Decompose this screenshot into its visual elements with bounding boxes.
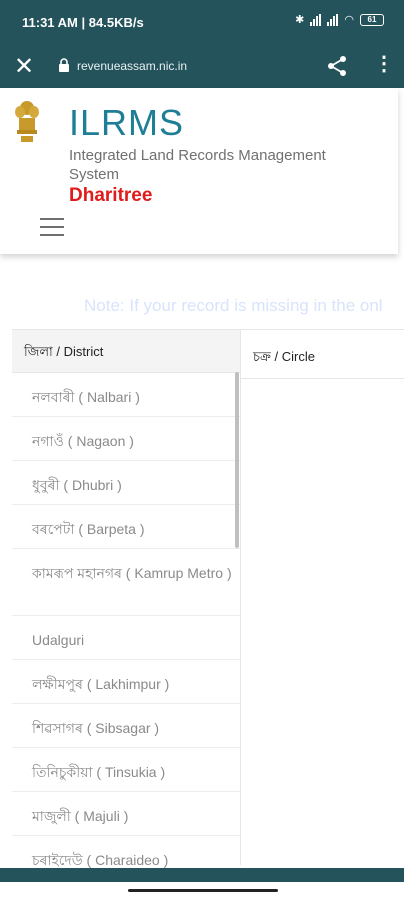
browser-toolbar: ✕ revenueassam.nic.in ⋮ <box>0 44 404 88</box>
circle-panel: চক্ৰ / Circle <box>240 329 404 865</box>
district-item[interactable]: লক্ষীমপুৰ ( Lakhimpur ) <box>12 660 240 704</box>
district-item[interactable]: নগাওঁ ( Nagaon ) <box>12 417 240 461</box>
district-item[interactable]: কামৰূপ মহানগৰ ( Kamrup Metro ) <box>12 549 240 616</box>
url-text[interactable]: revenueassam.nic.in <box>77 59 187 73</box>
district-item[interactable]: ধুবুৰী ( Dhubri ) <box>12 461 240 505</box>
district-item[interactable]: মাজুলী ( Majuli ) <box>12 792 240 836</box>
lock-icon <box>59 58 69 72</box>
emblem-logo <box>15 101 39 142</box>
app-subtitle: Integrated Land Records Management Syste… <box>69 147 326 183</box>
district-item[interactable]: তিনিচুকীয়া ( Tinsukia ) <box>12 748 240 792</box>
app-title: ILRMS <box>69 102 185 143</box>
wifi-icon: ◠ <box>344 14 354 26</box>
more-options-icon[interactable]: ⋮ <box>374 54 394 74</box>
district-panel: জিলা / District নলবাৰী ( Nalbari ) নগাওঁ… <box>12 329 240 868</box>
bluetooth-icon: ✱ <box>295 14 305 26</box>
menu-icon[interactable] <box>40 218 64 242</box>
battery-icon: 61 <box>360 13 384 26</box>
circle-header: চক্ৰ / Circle <box>241 330 404 379</box>
note-text: Note: If your record is missing in the o… <box>84 296 383 315</box>
district-item[interactable]: Udalguri <box>12 616 240 660</box>
district-item[interactable]: বৰপেটা ( Barpeta ) <box>12 505 240 549</box>
status-time: 11:31 AM | 84.5KB/s <box>22 15 144 30</box>
district-header: জিলা / District <box>12 330 240 373</box>
gesture-handle[interactable] <box>128 889 278 892</box>
signal-icon <box>310 13 322 26</box>
brand-name: Dharitree <box>69 185 153 206</box>
district-item[interactable]: নলবাৰী ( Nalbari ) <box>12 373 240 417</box>
status-bar: 11:31 AM | 84.5KB/s ✱ ◠ 61 <box>0 0 404 44</box>
district-item[interactable]: চৰাইদেউ ( Charaideo ) <box>12 836 240 868</box>
district-scrollbar[interactable] <box>235 372 239 548</box>
share-icon[interactable] <box>326 55 348 77</box>
bottom-toolbar <box>0 868 404 882</box>
signal-icon-2 <box>327 13 339 26</box>
close-icon[interactable]: ✕ <box>14 52 34 81</box>
status-icons: ✱ ◠ 61 <box>295 13 384 26</box>
site-header: ILRMS Integrated Land Records Management… <box>0 88 398 254</box>
district-item[interactable]: শিৱসাগৰ ( Sibsagar ) <box>12 704 240 748</box>
